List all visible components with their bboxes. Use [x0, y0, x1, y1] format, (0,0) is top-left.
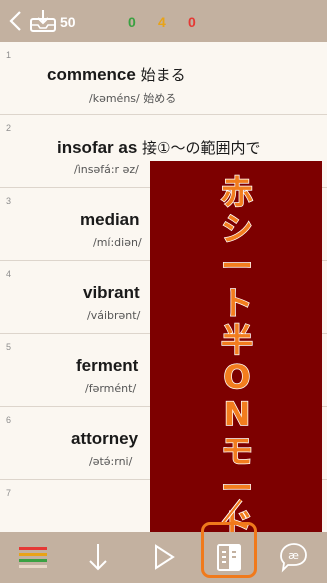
row-number: 5 — [6, 342, 12, 352]
row-number: 2 — [6, 123, 12, 133]
word-text: ferment — [76, 356, 139, 375]
word-text: insofar as 接①〜の範囲内で — [57, 138, 261, 157]
row-number: 6 — [6, 415, 12, 425]
bottom-toolbar: æ — [0, 532, 327, 583]
inbox-download-icon[interactable] — [29, 9, 57, 33]
row-number: 7 — [6, 488, 12, 498]
row-number: 1 — [6, 50, 12, 60]
down-arrow-icon[interactable] — [81, 540, 115, 574]
pronunciation: /mí:diən/ — [93, 236, 142, 249]
unsure-count: 4 — [158, 14, 166, 30]
pronunciation-icon[interactable]: æ — [276, 540, 310, 574]
word-meaning: 接①〜の範囲内で — [142, 139, 261, 157]
back-chevron-icon[interactable] — [7, 10, 25, 32]
pronunciation: /ìnsəfá:r əz/ — [74, 163, 139, 176]
pronunciation: /váibrənt/ — [87, 309, 141, 322]
pronunciation: /ətə́:rni/ — [89, 455, 133, 468]
list-icon[interactable] — [16, 540, 50, 574]
pronunciation: /kəméns/ 始める — [89, 92, 177, 105]
word-meaning: 始まる — [140, 66, 186, 84]
word-count: 50 — [60, 14, 76, 30]
correct-count: 0 — [128, 14, 136, 30]
pronunciation: /fərmént/ — [85, 382, 137, 395]
play-icon[interactable] — [146, 540, 180, 574]
red-sheet-mode-label: 赤シート半ONモード — [220, 173, 254, 545]
word-text: attorney — [71, 429, 139, 448]
word-text: commence 始まる — [47, 65, 186, 84]
row-number: 4 — [6, 269, 12, 279]
word-text: median — [80, 210, 140, 229]
word-text: vibrant — [83, 283, 140, 302]
row-number: 3 — [6, 196, 12, 206]
list-item[interactable]: 1 commence 始まる /kəméns/ 始める — [0, 42, 327, 115]
top-bar: 50 0 4 0 — [0, 0, 327, 42]
svg-text:æ: æ — [288, 549, 299, 562]
wrong-count: 0 — [188, 14, 196, 30]
red-sheet-button-highlight — [201, 522, 257, 578]
